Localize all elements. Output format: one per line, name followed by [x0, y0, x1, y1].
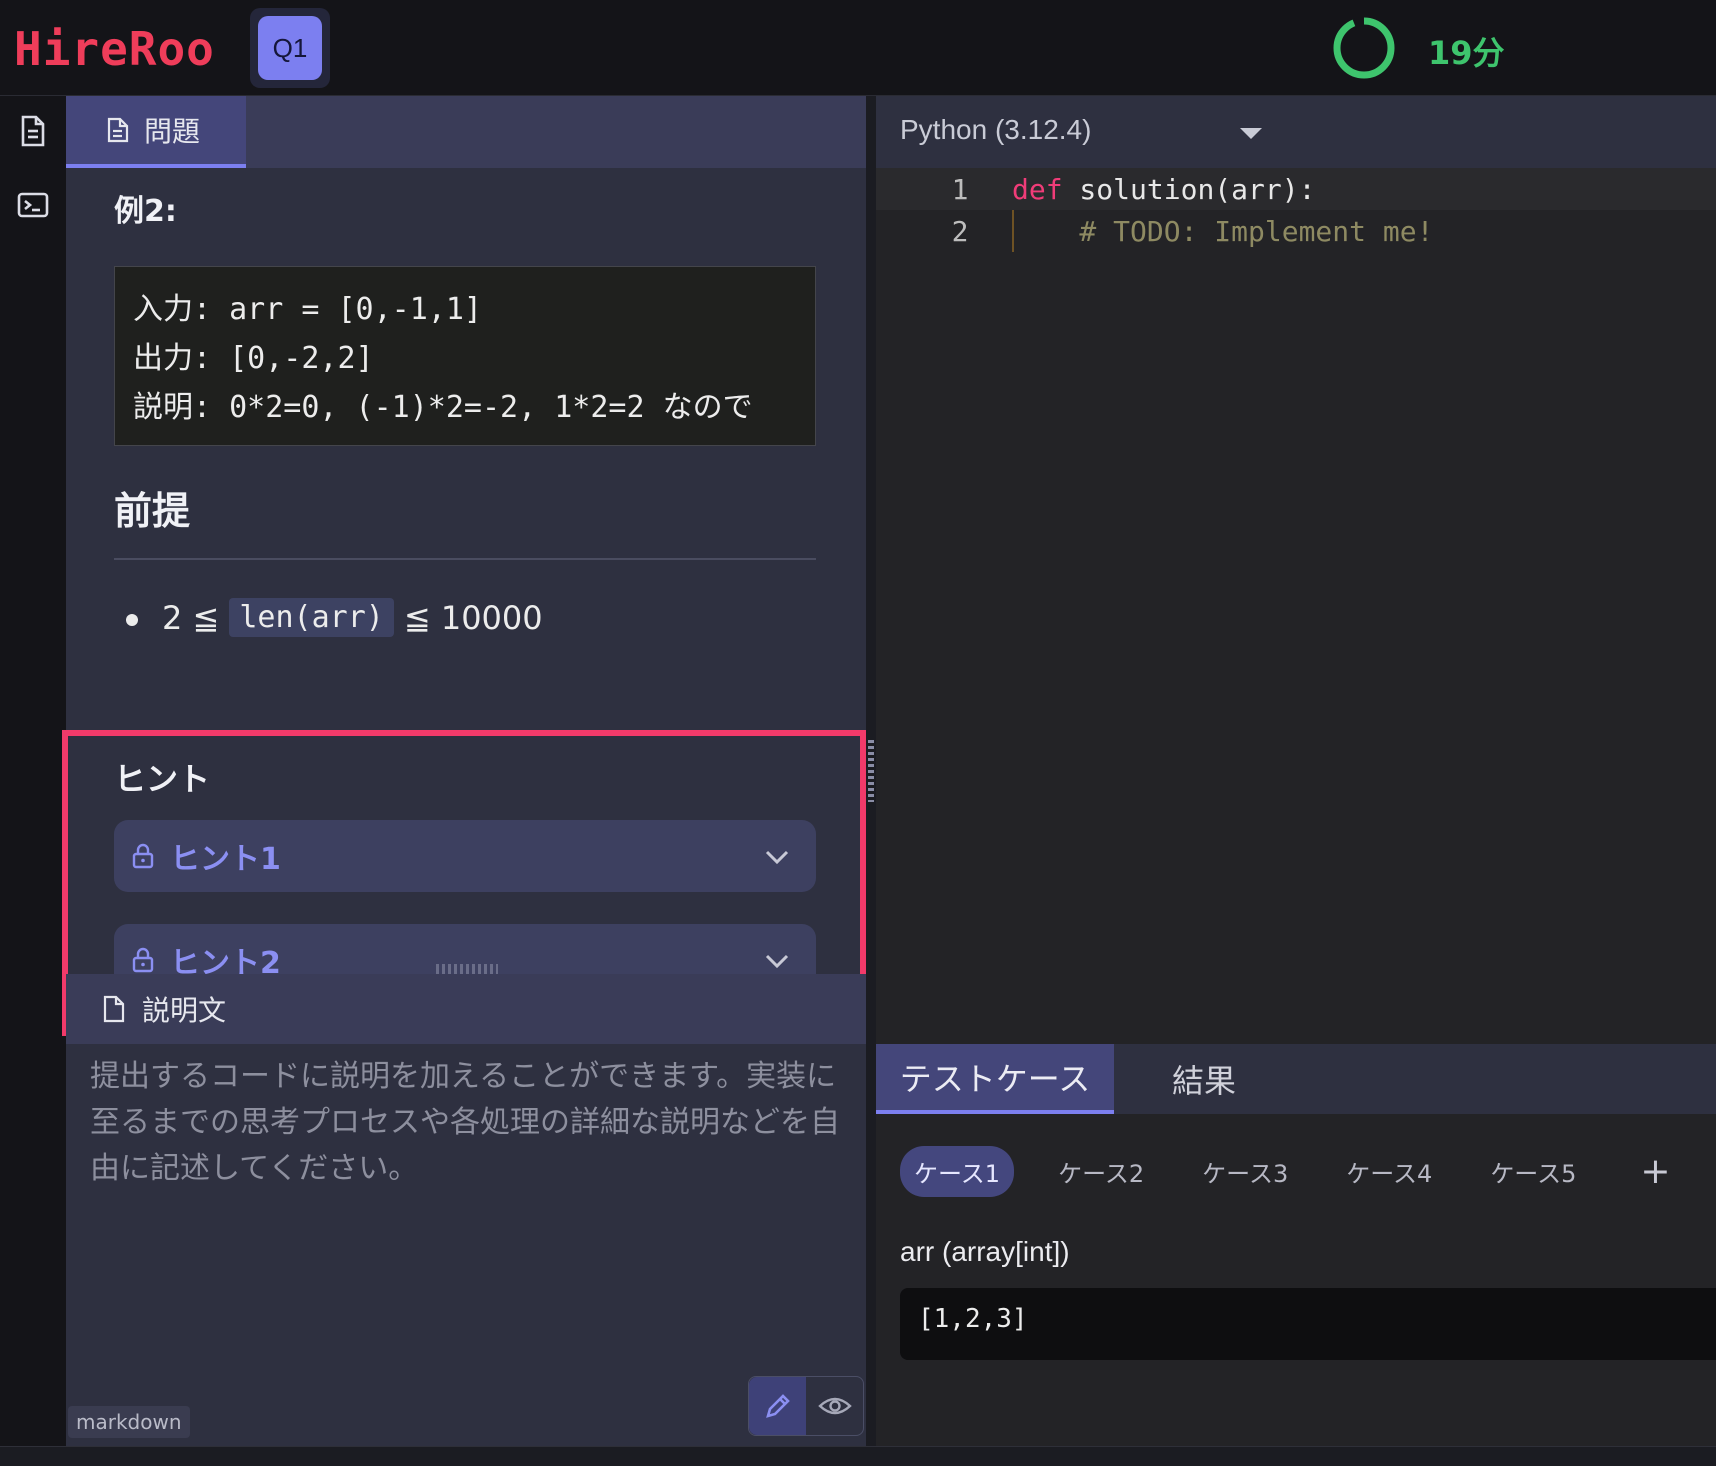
- case-tab-4[interactable]: ケース4: [1332, 1146, 1446, 1197]
- description-textarea[interactable]: 提出するコードに説明を加えることができます。実装に至るまでの思考プロセスや各処理…: [66, 1044, 866, 1444]
- logo-text: HireRoo: [14, 22, 215, 76]
- top-bar: HireRoo Q1 19分: [0, 0, 1716, 96]
- bullet: [126, 614, 138, 626]
- hint-heading: ヒント: [114, 760, 211, 798]
- code-comment: # TODO: Implement me!: [1012, 215, 1434, 248]
- language-bar: Python (3.12.4): [876, 96, 1716, 168]
- heading-divider: [114, 558, 816, 560]
- test-panel: テストケース 結果 ケース1 ケース2 ケース3 ケース4 ケース5 + arr…: [876, 1044, 1716, 1444]
- file-icon: [103, 995, 125, 1023]
- eye-icon: [817, 1397, 852, 1415]
- code-line: 1 def solution(arr):: [876, 168, 1716, 210]
- language-select[interactable]: Python (3.12.4): [900, 114, 1091, 146]
- example-title: 例2:: [114, 194, 177, 229]
- problem-pane: 問題 例2: 入力: arr = [0,-1,1] 出力: [0,-2,2] 説…: [62, 96, 866, 1446]
- argument-label: arr (array[int]): [900, 1236, 1070, 1267]
- constraint-code: len(arr): [229, 598, 394, 637]
- pencil-icon: [765, 1394, 790, 1418]
- problem-content[interactable]: 例2: 入力: arr = [0,-1,1] 出力: [0,-2,2] 説明: …: [62, 168, 866, 1058]
- premise-heading: 前提: [114, 489, 191, 533]
- constraint-right: ≦ 10000: [403, 598, 543, 637]
- code-editor[interactable]: 1 def solution(arr): 2 # TODO: Implement…: [876, 168, 1716, 1138]
- edit-preview-toggle: [748, 1376, 864, 1436]
- code-text: solution(arr):: [1062, 173, 1316, 206]
- example-code-block: 入力: arr = [0,-1,1] 出力: [0,-2,2] 説明: 0*2=…: [114, 266, 816, 446]
- left-rail: [0, 96, 66, 1446]
- case-selector: ケース1 ケース2 ケース3 ケース4 ケース5 +: [900, 1146, 1671, 1197]
- description-title: 説明文: [142, 994, 227, 1027]
- problem-tab-bar: 問題: [66, 96, 866, 168]
- document-icon[interactable]: [16, 114, 50, 148]
- code-line: 2 # TODO: Implement me!: [876, 210, 1716, 252]
- case-tab-1[interactable]: ケース1: [900, 1146, 1015, 1197]
- case-tab-5[interactable]: ケース5: [1476, 1146, 1590, 1197]
- argument-input[interactable]: [1,2,3]: [900, 1288, 1716, 1360]
- resize-grip: [868, 740, 874, 802]
- timer-text: 19分: [1428, 34, 1505, 72]
- constraint-left: 2 ≦: [162, 598, 220, 637]
- edit-button[interactable]: [749, 1377, 806, 1435]
- description-placeholder: 提出するコードに説明を加えることができます。実装に至るまでの思考プロセスや各処理…: [90, 1059, 840, 1186]
- tab-results[interactable]: 結果: [1172, 1044, 1236, 1114]
- description-header: 説明文: [66, 974, 866, 1044]
- hint-accordion-1[interactable]: ヒント1: [114, 820, 816, 892]
- hint-label-1: ヒント1: [170, 842, 281, 877]
- case-tab-3[interactable]: ケース3: [1188, 1146, 1302, 1197]
- question-tab-q1[interactable]: Q1: [258, 16, 322, 80]
- editor-pane: Python (3.12.4) 1 def solution(arr): 2 #…: [876, 96, 1716, 1446]
- add-case-button[interactable]: +: [1640, 1151, 1670, 1192]
- format-badge: markdown: [68, 1406, 190, 1438]
- status-footer: [0, 1446, 1716, 1466]
- keyword: def: [1012, 173, 1063, 206]
- horizontal-resize-handle[interactable]: [436, 964, 498, 974]
- timer-ring-icon: [1333, 17, 1395, 79]
- lock-icon: [132, 843, 154, 869]
- line-content: def solution(arr):: [1012, 173, 1315, 206]
- preview-button[interactable]: [806, 1377, 863, 1435]
- tab-testcases[interactable]: テストケース: [876, 1044, 1114, 1114]
- line-number: 1: [951, 173, 969, 206]
- case-tab-2[interactable]: ケース2: [1044, 1146, 1158, 1197]
- terminal-icon[interactable]: [16, 188, 50, 222]
- caret-down-icon[interactable]: [1240, 128, 1262, 139]
- vertical-resize-handle[interactable]: [866, 96, 876, 1446]
- document-icon: [107, 117, 129, 143]
- tab-problem[interactable]: 問題: [66, 96, 246, 168]
- question-tab-wrap: Q1: [250, 8, 330, 88]
- logo: HireRoo: [14, 22, 215, 76]
- chevron-down-icon: [765, 850, 789, 865]
- chevron-down-icon: [765, 954, 789, 969]
- test-tab-bar: テストケース 結果: [876, 1044, 1716, 1114]
- constraint-item: 2 ≦ len(arr) ≦ 10000: [126, 598, 543, 637]
- lock-icon: [132, 947, 154, 973]
- line-number: 2: [951, 215, 969, 248]
- tab-problem-label: 問題: [144, 115, 201, 148]
